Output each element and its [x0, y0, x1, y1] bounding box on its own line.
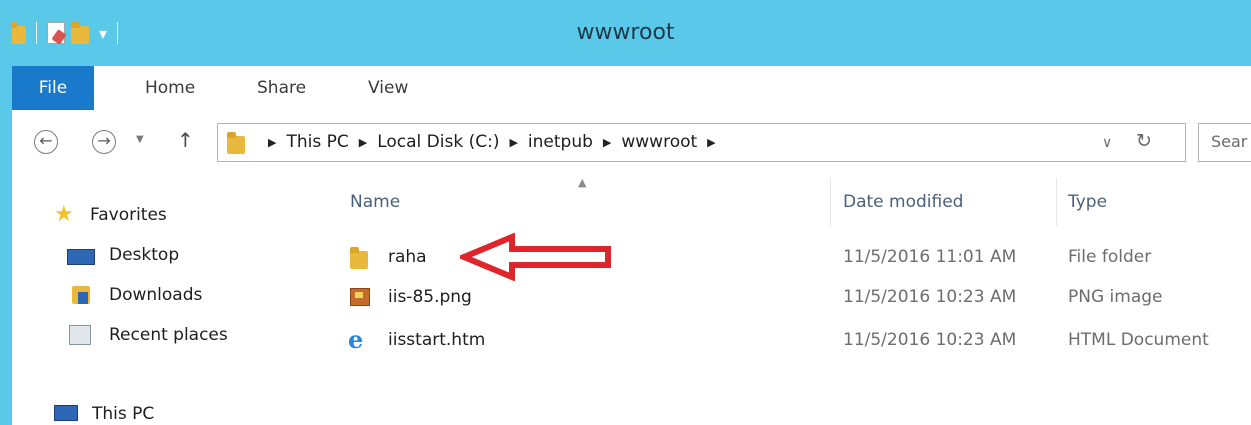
breadcrumb: ▶ This PC ▶ Local Disk (C:) ▶ inetpub ▶ …	[258, 124, 726, 161]
folder-icon	[350, 247, 368, 269]
file-name[interactable]: raha	[388, 237, 427, 277]
breadcrumb-arrow-icon[interactable]: ▶	[603, 124, 611, 161]
recent-places-icon	[69, 325, 91, 345]
tab-share[interactable]: Share	[257, 66, 306, 110]
sort-ascending-icon: ▲	[578, 176, 587, 189]
file-type: HTML Document	[1068, 330, 1209, 350]
navigation-bar: ← → ▼ ↑ ▶ This PC ▶ Local Disk (C:) ▶ in…	[12, 110, 1251, 174]
tab-file[interactable]: File	[12, 66, 94, 110]
breadcrumb-arrow-icon[interactable]: ▶	[268, 124, 276, 161]
table-row[interactable]: e iisstart.htm 11/5/2016 10:23 AM HTML D…	[310, 320, 1251, 360]
address-bar[interactable]: ▶ This PC ▶ Local Disk (C:) ▶ inetpub ▶ …	[217, 123, 1186, 162]
internet-explorer-icon: e	[348, 325, 364, 354]
search-placeholder: Sear	[1211, 132, 1248, 151]
forward-button[interactable]: →	[92, 130, 116, 154]
file-list: ▲ Name Date modified Type raha 11/5/2016…	[310, 174, 1251, 425]
sidebar-item-favorites[interactable]: Favorites	[90, 205, 167, 225]
sidebar-item-downloads[interactable]: Downloads	[109, 285, 202, 305]
search-input[interactable]: Sear	[1198, 123, 1251, 162]
back-button[interactable]: ←	[34, 130, 58, 154]
red-arrow-annotation	[460, 233, 611, 281]
desktop-icon	[67, 249, 95, 265]
png-file-icon	[350, 288, 370, 306]
breadcrumb-arrow-icon[interactable]: ▶	[359, 124, 367, 161]
file-type: File folder	[1068, 247, 1152, 267]
tab-view[interactable]: View	[368, 66, 408, 110]
folder-icon	[227, 132, 245, 154]
table-row[interactable]: iis-85.png 11/5/2016 10:23 AM PNG image	[310, 277, 1251, 317]
column-divider[interactable]	[830, 178, 831, 226]
sidebar-item-desktop[interactable]: Desktop	[109, 245, 179, 265]
window-border	[0, 0, 12, 425]
file-date: 11/5/2016 10:23 AM	[843, 287, 1017, 307]
file-name[interactable]: iis-85.png	[388, 277, 472, 317]
tab-home[interactable]: Home	[145, 66, 195, 110]
up-button[interactable]: ↑	[177, 128, 194, 152]
sidebar-item-this-pc[interactable]: This PC	[92, 404, 154, 424]
address-history-dropdown-icon[interactable]: ∨	[1102, 135, 1112, 151]
file-type: PNG image	[1068, 287, 1163, 307]
breadcrumb-this-pc[interactable]: This PC	[286, 124, 348, 161]
title-bar: ▾ wwwroot	[0, 0, 1251, 66]
column-header-date-modified[interactable]: Date modified	[843, 174, 963, 226]
column-header-name[interactable]: Name	[350, 174, 400, 226]
breadcrumb-local-disk[interactable]: Local Disk (C:)	[377, 124, 499, 161]
ribbon-tabs: File Home Share View	[12, 66, 1251, 111]
column-divider[interactable]	[1056, 178, 1057, 226]
computer-icon	[54, 405, 78, 421]
file-name[interactable]: iisstart.htm	[388, 320, 485, 360]
file-date: 11/5/2016 11:01 AM	[843, 247, 1017, 267]
breadcrumb-arrow-icon[interactable]: ▶	[707, 124, 715, 161]
navigation-pane: ★ Favorites Desktop Downloads Recent pla…	[12, 174, 310, 425]
refresh-icon[interactable]: ↻	[1136, 130, 1152, 152]
star-icon: ★	[54, 202, 74, 227]
breadcrumb-inetpub[interactable]: inetpub	[528, 124, 593, 161]
sidebar-item-recent-places[interactable]: Recent places	[109, 325, 228, 345]
file-date: 11/5/2016 10:23 AM	[843, 330, 1017, 350]
column-header-type[interactable]: Type	[1068, 174, 1107, 226]
downloads-icon	[72, 282, 90, 304]
breadcrumb-wwwroot[interactable]: wwwroot	[621, 124, 697, 161]
recent-locations-dropdown-icon[interactable]: ▼	[136, 134, 144, 145]
table-row[interactable]: raha 11/5/2016 11:01 AM File folder	[310, 237, 1251, 277]
window-title: wwwroot	[576, 20, 675, 45]
breadcrumb-arrow-icon[interactable]: ▶	[509, 124, 517, 161]
